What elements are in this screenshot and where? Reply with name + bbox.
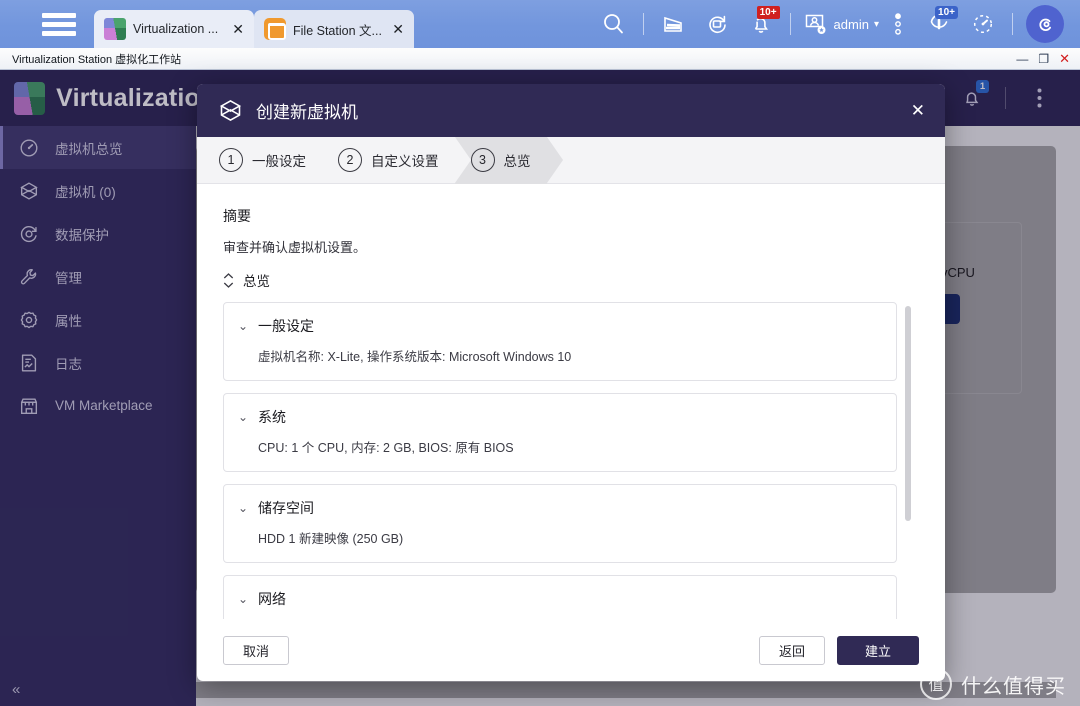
step-custom-settings[interactable]: 2 自定义设置 bbox=[322, 137, 455, 184]
window-title-bar: Virtualization Station 虚拟化工作站 — ❐ ✕ bbox=[0, 48, 1080, 70]
watermark-text: 什么值得买 bbox=[961, 675, 1066, 698]
dialog-title: 创建新虚拟机 bbox=[256, 103, 358, 122]
admin-label[interactable]: admin bbox=[834, 17, 869, 32]
summary-card-title: 系统 bbox=[258, 409, 286, 425]
dashboard-gauge-icon[interactable] bbox=[961, 0, 1005, 48]
divider bbox=[1012, 13, 1013, 35]
browser-tab-virtualization[interactable]: Virtualization ... ✕ bbox=[94, 10, 254, 48]
create-button[interactable]: 建立 bbox=[837, 636, 919, 665]
summary-card-title: 一般设定 bbox=[258, 318, 314, 334]
step-label: 自定义设置 bbox=[371, 154, 439, 169]
cube-icon bbox=[104, 18, 126, 40]
create-vm-dialog: 创建新虚拟机 ✕ 1 一般设定 2 自定义设置 3 总览 摘要 审查并确认虚拟机… bbox=[197, 84, 945, 681]
scrollbar-thumb[interactable] bbox=[905, 306, 911, 521]
dialog-body: 摘要 审查并确认虚拟机设置。 总览 ⌄ 一般设定 虚拟机名称: X-Lite, … bbox=[197, 184, 945, 619]
hamburger-icon[interactable] bbox=[42, 10, 76, 38]
step-number: 2 bbox=[338, 148, 362, 172]
dialog-footer: 取消 返回 建立 bbox=[197, 619, 945, 681]
watermark-logo: 值 bbox=[920, 668, 952, 700]
folder-icon bbox=[264, 18, 286, 40]
summary-card-network: ⌄ 网络 网络适配器 1 Virtual Switch 7 (10.12.12.… bbox=[223, 575, 897, 619]
overview-toggle[interactable]: 总览 bbox=[223, 270, 919, 290]
divider bbox=[789, 13, 791, 35]
summary-card-header[interactable]: ⌄ 一般设定 bbox=[238, 316, 880, 336]
browser-top-bar: Virtualization ... ✕ File Station 文... ✕ bbox=[0, 0, 1080, 48]
summary-card-title: 网络 bbox=[258, 591, 286, 607]
close-button[interactable]: ✕ bbox=[1059, 52, 1070, 65]
screen-root: Virtualization ... ✕ File Station 文... ✕ bbox=[0, 0, 1080, 706]
vm-stack-icon bbox=[217, 97, 244, 124]
info-badge: 10+ bbox=[935, 6, 958, 19]
user-avatar-icon[interactable] bbox=[798, 0, 832, 48]
chevron-down-icon: ⌄ bbox=[238, 592, 249, 606]
chevron-down-icon: ⌄ bbox=[238, 410, 249, 424]
chevron-down-icon: ⌄ bbox=[238, 319, 249, 333]
summary-card-title: 储存空间 bbox=[258, 500, 314, 516]
step-summary[interactable]: 3 总览 bbox=[454, 136, 563, 184]
dialog-footer-right: 返回 建立 bbox=[759, 636, 919, 665]
chevron-down-icon: ⌄ bbox=[238, 501, 249, 515]
close-icon[interactable]: ✕ bbox=[229, 21, 244, 38]
window-controls: — ❐ ✕ bbox=[1016, 52, 1076, 65]
summary-card-storage: ⌄ 储存空间 HDD 1 新建映像 (250 GB) bbox=[223, 484, 897, 563]
dialog-stepper: 1 一般设定 2 自定义设置 3 总览 bbox=[197, 136, 945, 184]
dialog-header: 创建新虚拟机 ✕ bbox=[197, 84, 945, 137]
search-icon[interactable] bbox=[592, 0, 636, 48]
sort-updown-icon bbox=[223, 272, 234, 288]
summary-card-general: ⌄ 一般设定 虚拟机名称: X-Lite, 操作系统版本: Microsoft … bbox=[223, 302, 897, 381]
close-icon[interactable]: ✕ bbox=[389, 21, 404, 38]
scrollbar-track[interactable] bbox=[905, 304, 915, 619]
summary-scroll-area: ⌄ 一般设定 虚拟机名称: X-Lite, 操作系统版本: Microsoft … bbox=[223, 302, 919, 619]
step-label: 一般设定 bbox=[252, 154, 306, 169]
qnap-cloud-icon[interactable] bbox=[1026, 5, 1064, 43]
overview-toggle-label: 总览 bbox=[243, 274, 270, 289]
step-number: 3 bbox=[470, 148, 495, 172]
summary-heading: 摘要 bbox=[223, 208, 251, 224]
divider bbox=[642, 13, 644, 35]
maximize-button[interactable]: ❐ bbox=[1038, 53, 1049, 65]
summary-card-header[interactable]: ⌄ 系统 bbox=[238, 407, 880, 427]
summary-card-text: CPU: 1 个 CPU, 内存: 2 GB, BIOS: 原有 BIOS bbox=[258, 441, 514, 455]
step-number: 1 bbox=[219, 148, 243, 172]
browser-top-bar-actions: 10+ admin ▾ 10+ bbox=[592, 0, 1080, 48]
browser-tab-strip: Virtualization ... ✕ File Station 文... ✕ bbox=[94, 0, 414, 48]
backup-sync-icon[interactable] bbox=[695, 0, 739, 48]
summary-card-header[interactable]: ⌄ 网络 bbox=[238, 589, 880, 609]
more-vertical-icon[interactable] bbox=[879, 0, 917, 48]
watermark: 值 什么值得买 bbox=[920, 668, 1066, 700]
browser-tab-label: Virtualization ... bbox=[133, 22, 219, 36]
summary-card-system: ⌄ 系统 CPU: 1 个 CPU, 内存: 2 GB, BIOS: 原有 BI… bbox=[223, 393, 897, 472]
notification-badge: 10+ bbox=[756, 6, 780, 19]
summary-card-text: 虚拟机名称: X-Lite, 操作系统版本: Microsoft Windows… bbox=[258, 350, 572, 364]
minimize-button[interactable]: — bbox=[1016, 53, 1028, 65]
back-button[interactable]: 返回 bbox=[759, 636, 825, 665]
summary-card-text: HDD 1 新建映像 (250 GB) bbox=[258, 532, 404, 546]
close-icon[interactable]: ✕ bbox=[907, 96, 929, 125]
storage-icon[interactable] bbox=[651, 0, 695, 48]
notification-bell-icon[interactable]: 10+ bbox=[739, 0, 783, 48]
cancel-button[interactable]: 取消 bbox=[223, 636, 289, 665]
browser-tab-label: File Station 文... bbox=[293, 23, 382, 38]
info-icon[interactable]: 10+ bbox=[917, 0, 961, 48]
step-general-settings[interactable]: 1 一般设定 bbox=[197, 137, 322, 184]
window-title: Virtualization Station 虚拟化工作站 bbox=[12, 53, 182, 66]
browser-tab-file-station[interactable]: File Station 文... ✕ bbox=[254, 10, 414, 48]
summary-card-header[interactable]: ⌄ 储存空间 bbox=[238, 498, 880, 518]
summary-description: 审查并确认虚拟机设置。 bbox=[223, 240, 367, 255]
step-label: 总览 bbox=[503, 154, 531, 169]
